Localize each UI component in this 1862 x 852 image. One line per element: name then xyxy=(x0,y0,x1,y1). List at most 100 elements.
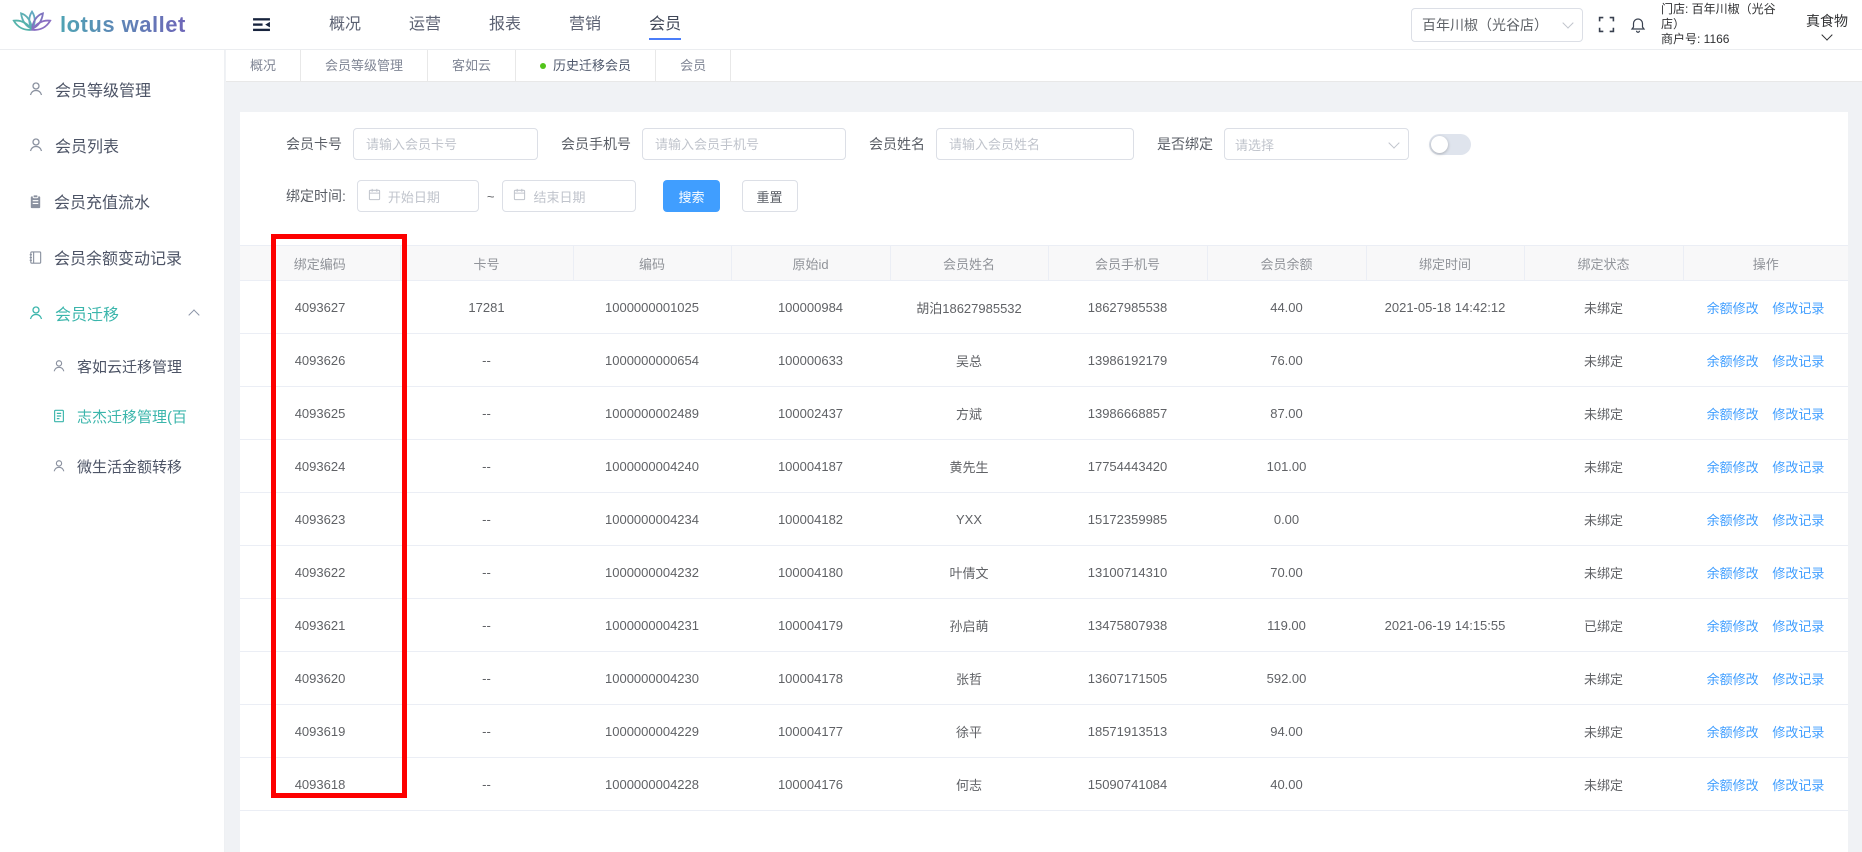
edit-record-link[interactable]: 修改记录 xyxy=(1772,301,1824,316)
start-date-input[interactable]: 开始日期 xyxy=(357,180,479,212)
sidebar-subitem-weishenghuo-transfer[interactable]: 微生活金额转移 xyxy=(0,441,224,491)
account-menu[interactable]: 真食物 xyxy=(1806,11,1848,39)
sidebar-item-member-migration[interactable]: 会员迁移 xyxy=(0,285,224,341)
bell-icon[interactable] xyxy=(1630,17,1646,33)
sidebar-item-balance-change-log[interactable]: 会员余额变动记录 xyxy=(0,229,224,285)
balance-edit-link[interactable]: 余额修改 xyxy=(1707,354,1759,369)
sidebar-item-label: 会员列表 xyxy=(55,133,119,157)
sidebar-item-recharge-records[interactable]: 会员充值流水 xyxy=(0,173,224,229)
sidebar-subitem-zhijie-migration[interactable]: 志杰迁移管理(百 xyxy=(0,391,224,441)
cell-member-phone: 13986668857 xyxy=(1048,387,1207,440)
cell-bind-status: 未绑定 xyxy=(1524,334,1683,387)
table-row: 4093626 -- 1000000000654 100000633 吴总 13… xyxy=(240,334,1848,387)
main-area: 概况 会员等级管理 客如云 历史迁移会员 会员 会员卡号 会员手机号 xyxy=(226,50,1862,852)
tab-overview[interactable]: 概况 xyxy=(226,50,301,81)
bound-toggle[interactable] xyxy=(1429,134,1471,155)
cell-bind-status: 已绑定 xyxy=(1524,599,1683,652)
cell-bind-time xyxy=(1366,546,1524,599)
lotus-icon xyxy=(12,6,52,44)
edit-record-link[interactable]: 修改记录 xyxy=(1772,407,1824,422)
tab-member-level[interactable]: 会员等级管理 xyxy=(301,50,428,81)
col-member-name: 会员姓名 xyxy=(890,246,1048,281)
tab-members[interactable]: 会员 xyxy=(656,50,731,81)
balance-edit-link[interactable]: 余额修改 xyxy=(1707,725,1759,740)
sidebar-subitem-keruyun-migration[interactable]: 客如云迁移管理 xyxy=(0,341,224,391)
balance-edit-link[interactable]: 余额修改 xyxy=(1707,407,1759,422)
ledger-icon xyxy=(28,250,43,265)
cell-member-phone: 15172359985 xyxy=(1048,493,1207,546)
search-button[interactable]: 搜索 xyxy=(663,180,719,212)
member-name-input[interactable] xyxy=(936,128,1134,160)
table-row: 4093622 -- 1000000004232 100004180 叶倩文 1… xyxy=(240,546,1848,599)
cell-bind-time xyxy=(1366,758,1524,811)
edit-record-link[interactable]: 修改记录 xyxy=(1772,513,1824,528)
edit-record-link[interactable]: 修改记录 xyxy=(1772,460,1824,475)
sidebar-item-member-list[interactable]: 会员列表 xyxy=(0,117,224,173)
cell-bind-code: 4093623 xyxy=(240,493,400,546)
table-body: 4093627 17281 1000000001025 100000984 胡泊… xyxy=(240,281,1848,811)
edit-record-link[interactable]: 修改记录 xyxy=(1772,778,1824,793)
cell-member-balance: 40.00 xyxy=(1207,758,1366,811)
cell-bind-code: 4093625 xyxy=(240,387,400,440)
sidebar-item-label: 会员等级管理 xyxy=(55,77,151,101)
balance-edit-link[interactable]: 余额修改 xyxy=(1707,460,1759,475)
brand-logo: lotus wallet xyxy=(0,6,224,44)
edit-record-link[interactable]: 修改记录 xyxy=(1772,354,1824,369)
balance-edit-link[interactable]: 余额修改 xyxy=(1707,672,1759,687)
is-bound-select[interactable]: 请选择 xyxy=(1224,128,1409,160)
nav-marketing[interactable]: 营销 xyxy=(569,10,601,40)
nav-reports[interactable]: 报表 xyxy=(489,10,521,40)
cell-code: 1000000004240 xyxy=(573,440,731,493)
cell-member-balance: 119.00 xyxy=(1207,599,1366,652)
sidebar-subitem-label: 微生活金额转移 xyxy=(77,456,182,477)
filter-panel: 会员卡号 会员手机号 会员姓名 是否绑定 请选择 xyxy=(240,112,1848,212)
balance-edit-link[interactable]: 余额修改 xyxy=(1707,513,1759,528)
member-phone-input[interactable] xyxy=(642,128,846,160)
cell-card-no: -- xyxy=(400,546,573,599)
col-origin-id: 原始id xyxy=(731,246,890,281)
balance-edit-link[interactable]: 余额修改 xyxy=(1707,301,1759,316)
col-bind-time: 绑定时间 xyxy=(1366,246,1524,281)
cell-bind-status: 未绑定 xyxy=(1524,440,1683,493)
edit-record-link[interactable]: 修改记录 xyxy=(1772,619,1824,634)
reset-button[interactable]: 重置 xyxy=(742,180,798,212)
cell-member-phone: 18571913513 xyxy=(1048,705,1207,758)
user-icon xyxy=(28,305,44,321)
cell-origin-id: 100004176 xyxy=(731,758,890,811)
tab-history-migrated-members[interactable]: 历史迁移会员 xyxy=(516,50,656,81)
cell-bind-code: 4093627 xyxy=(240,281,400,334)
member-card-label: 会员卡号 xyxy=(286,134,342,154)
header-right-cluster: 百年川椒（光谷店） 门店: 百年川椒（光谷店） 商户号: 1166 真食物 xyxy=(1411,2,1862,47)
cell-member-phone: 17754443420 xyxy=(1048,440,1207,493)
balance-edit-link[interactable]: 余额修改 xyxy=(1707,619,1759,634)
edit-record-link[interactable]: 修改记录 xyxy=(1772,725,1824,740)
cell-origin-id: 100004187 xyxy=(731,440,890,493)
edit-record-link[interactable]: 修改记录 xyxy=(1772,672,1824,687)
balance-edit-link[interactable]: 余额修改 xyxy=(1707,778,1759,793)
cell-actions: 余额修改 修改记录 xyxy=(1683,334,1848,387)
end-date-input[interactable]: 结束日期 xyxy=(502,180,636,212)
fullscreen-icon[interactable] xyxy=(1598,16,1615,33)
tab-keruyun[interactable]: 客如云 xyxy=(428,50,516,81)
cell-member-name: 胡泊18627985532 xyxy=(890,281,1048,334)
cell-origin-id: 100000984 xyxy=(731,281,890,334)
cell-member-name: YXX xyxy=(890,493,1048,546)
sidebar-item-member-level[interactable]: 会员等级管理 xyxy=(0,61,224,117)
cell-code: 1000000004229 xyxy=(573,705,731,758)
cell-origin-id: 100004177 xyxy=(731,705,890,758)
cell-actions: 余额修改 修改记录 xyxy=(1683,493,1848,546)
menu-collapse-icon[interactable] xyxy=(252,16,271,33)
table-row: 4093618 -- 1000000004228 100004176 何志 15… xyxy=(240,758,1848,811)
member-card-input[interactable] xyxy=(353,128,538,160)
sidebar: 会员等级管理 会员列表 会员充值流水 会员余额变动记录 会员迁移 客如云迁移管理… xyxy=(0,50,225,852)
edit-record-link[interactable]: 修改记录 xyxy=(1772,566,1824,581)
nav-overview[interactable]: 概况 xyxy=(329,10,361,40)
chevron-up-icon xyxy=(188,309,199,320)
cell-member-name: 张哲 xyxy=(890,652,1048,705)
balance-edit-link[interactable]: 余额修改 xyxy=(1707,566,1759,581)
nav-operations[interactable]: 运营 xyxy=(409,10,441,40)
store-select[interactable]: 百年川椒（光谷店） xyxy=(1411,8,1583,42)
cell-bind-time: 2021-05-18 14:42:12 xyxy=(1366,281,1524,334)
cell-actions: 余额修改 修改记录 xyxy=(1683,705,1848,758)
nav-members[interactable]: 会员 xyxy=(649,10,681,40)
